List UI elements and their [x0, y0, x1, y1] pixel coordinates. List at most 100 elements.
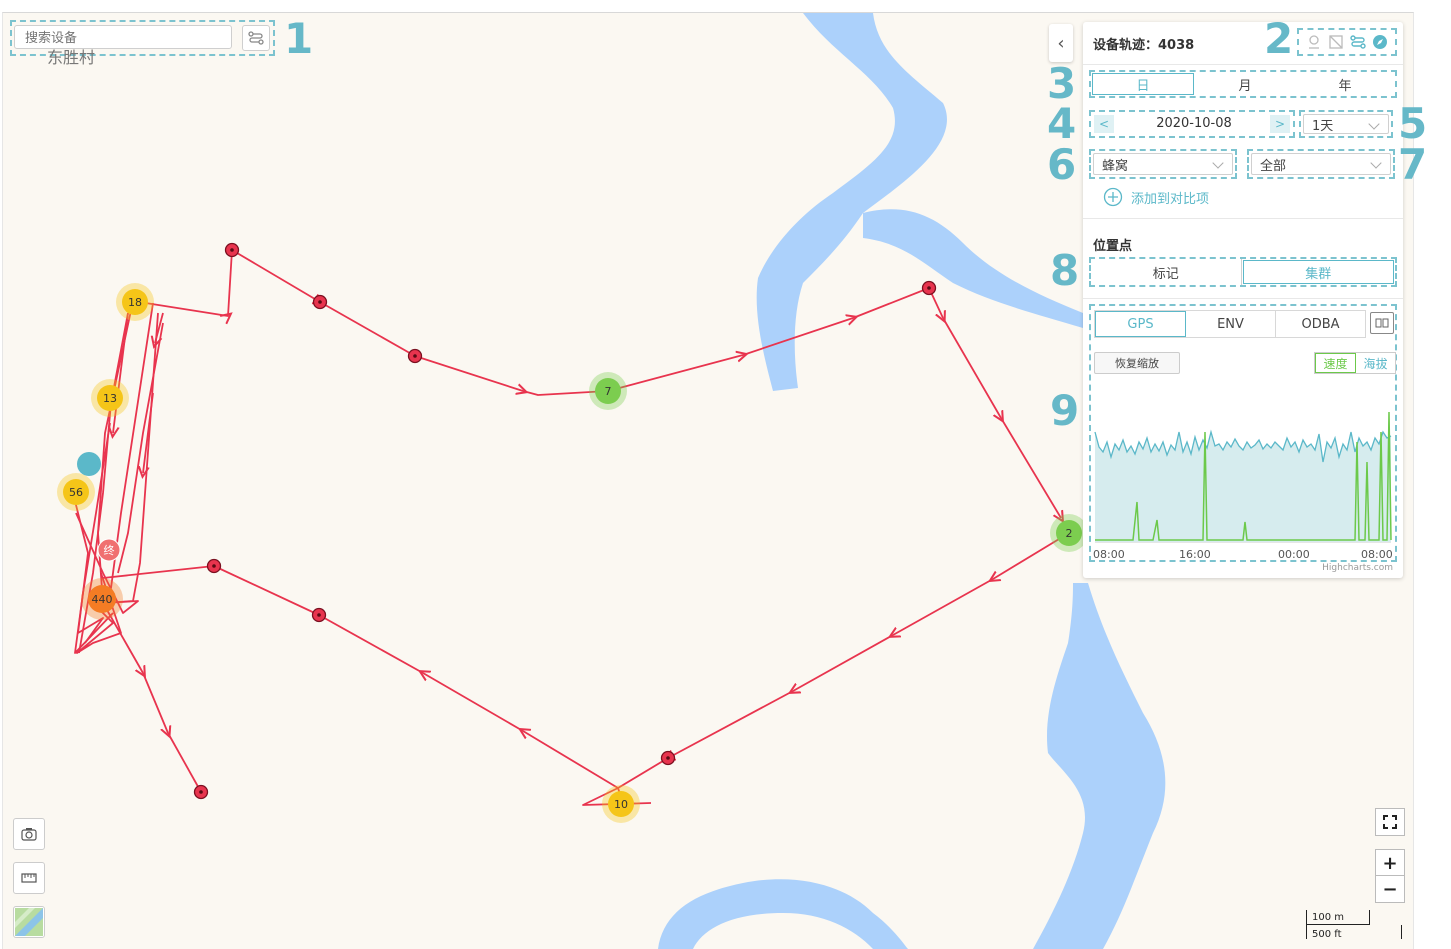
chart-expand-button[interactable] [1370, 312, 1394, 334]
span-select-wrap: 1天 [1299, 110, 1393, 138]
callout-number: 9 [1050, 386, 1080, 435]
cluster-marker[interactable]: 440 [81, 578, 123, 620]
span-select[interactable]: 1天 [1303, 114, 1389, 134]
fullscreen-button[interactable] [1375, 808, 1405, 836]
route-icon[interactable] [1350, 34, 1366, 50]
filter-select-wrap: 全部 [1247, 149, 1395, 179]
next-date-button[interactable]: > [1270, 115, 1290, 133]
track-panel: 设备轨迹：4038 日 月 年 < 2020-10-08 > 1天 蜂窝 全部 … [1083, 22, 1403, 578]
add-compare-button[interactable]: 添加到对比项 [1103, 187, 1209, 207]
scale-metric: 100 m [1312, 912, 1345, 923]
tab-altitude[interactable]: 海拔 [1356, 353, 1395, 373]
location-point[interactable] [660, 750, 676, 766]
fence-icon[interactable] [1328, 34, 1344, 50]
callout-number: 1 [284, 14, 314, 63]
plus-icon: + [1382, 852, 1398, 874]
location-point[interactable] [193, 784, 209, 800]
span-select-value: 1天 [1312, 118, 1334, 134]
source-select[interactable]: 蜂窝 [1093, 153, 1233, 175]
end-marker[interactable]: 终 [97, 538, 121, 562]
x-tick: 16:00 [1179, 548, 1211, 561]
scale-imperial: 500 ft [1312, 929, 1342, 940]
cluster-marker[interactable]: 18 [116, 283, 154, 321]
location-point[interactable] [407, 348, 423, 364]
add-compare-label: 添加到对比项 [1131, 191, 1210, 207]
callout-number: 6 [1047, 140, 1077, 189]
date-picker: < 2020-10-08 > [1089, 110, 1295, 138]
filter-select[interactable]: 全部 [1251, 153, 1391, 175]
tab-day[interactable]: 日 [1092, 73, 1194, 95]
collapse-panel-button[interactable]: ‹ [1049, 24, 1073, 62]
callout-number: 4 [1047, 99, 1077, 148]
compass-icon[interactable] [1372, 34, 1388, 50]
tab-odba[interactable]: ODBA [1276, 311, 1365, 337]
sensor-chart-section: GPS ENV ODBA 恢复缩放 速度 海拔 08:00 16:00 00:0… [1089, 304, 1397, 562]
cluster-marker[interactable]: 7 [589, 372, 627, 410]
village-label: 东胜村 [47, 48, 96, 67]
location-point[interactable] [311, 607, 327, 623]
measure-button[interactable] [13, 862, 45, 894]
callout-number: 2 [1264, 14, 1294, 63]
tab-month[interactable]: 月 [1195, 72, 1295, 96]
cluster-marker[interactable]: 13 [91, 379, 129, 417]
chevron-down-icon [1370, 157, 1382, 169]
tab-cluster[interactable]: 集群 [1242, 260, 1394, 284]
position-tabs: 标记 集群 [1089, 257, 1397, 287]
filter-button[interactable] [242, 25, 270, 51]
location-point[interactable] [312, 294, 328, 310]
cluster-count: 2 [1066, 527, 1073, 540]
chevron-down-icon [1212, 157, 1224, 169]
position-title: 位置点 [1093, 239, 1133, 254]
source-select-wrap: 蜂窝 [1089, 149, 1237, 179]
tab-gps[interactable]: GPS [1095, 311, 1186, 337]
sensor-tabs: GPS ENV ODBA [1094, 310, 1366, 338]
cluster-count: 440 [92, 593, 113, 606]
zoom-in-button[interactable]: + [1375, 849, 1405, 877]
fullscreen-icon [1383, 815, 1397, 829]
sensor-chart[interactable] [1093, 402, 1393, 552]
callout-number: 8 [1050, 246, 1080, 295]
x-tick: 08:00 [1361, 548, 1393, 561]
tab-markers[interactable]: 标记 [1091, 259, 1242, 285]
tab-env[interactable]: ENV [1186, 311, 1276, 337]
location-point[interactable] [206, 558, 222, 574]
date-value[interactable]: 2020-10-08 [1119, 116, 1269, 131]
cluster-count: 56 [69, 486, 83, 499]
source-select-value: 蜂窝 [1102, 158, 1129, 174]
cluster-marker[interactable]: 10 [602, 785, 640, 823]
scale-bar: 100 m 500 ft [1306, 910, 1402, 946]
filter-select-value: 全部 [1260, 158, 1287, 174]
cluster-count: 7 [605, 385, 612, 398]
screenshot-button[interactable] [13, 818, 45, 850]
chevron-left-icon: ‹ [1057, 32, 1065, 54]
location-pin-icon[interactable] [1306, 34, 1322, 50]
location-point[interactable] [921, 280, 937, 296]
x-tick-labels: 08:00 16:00 00:00 08:00 [1093, 548, 1393, 562]
panel-title: 设备轨迹：4038 [1093, 38, 1195, 53]
cluster-marker[interactable]: 56 [57, 473, 95, 511]
minus-icon: − [1382, 878, 1398, 900]
plus-circle-icon [1103, 187, 1123, 207]
route-icon [248, 31, 264, 45]
x-tick: 08:00 [1093, 548, 1125, 561]
camera-icon [21, 828, 37, 841]
cluster-count: 10 [614, 798, 628, 811]
layer-switch-button[interactable] [13, 906, 45, 938]
cluster-count: 18 [128, 296, 142, 309]
period-tabs: 日 月 年 [1089, 70, 1397, 98]
reset-zoom-button[interactable]: 恢复缩放 [1094, 352, 1180, 374]
prev-date-button[interactable]: < [1094, 115, 1114, 133]
start-marker[interactable] [77, 452, 101, 476]
chart-credit[interactable]: Highcharts.com [1322, 563, 1393, 573]
chevron-down-icon [1368, 118, 1380, 130]
track-line [72, 249, 1070, 806]
x-tick: 00:00 [1278, 548, 1310, 561]
location-point[interactable] [224, 242, 240, 258]
end-label: 终 [104, 543, 115, 557]
metric-tabs: 速度 海拔 [1314, 352, 1396, 374]
panel-toolbar [1297, 28, 1397, 56]
callout-number: 7 [1398, 140, 1428, 189]
tab-year[interactable]: 年 [1295, 72, 1395, 96]
zoom-out-button[interactable]: − [1375, 875, 1405, 903]
tab-speed[interactable]: 速度 [1315, 353, 1356, 373]
